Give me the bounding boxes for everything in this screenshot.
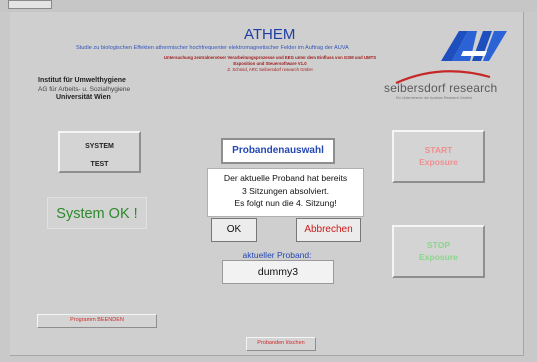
study-subtitle-1: Untersuchung zentralnervöser Verarbeitun… bbox=[163, 55, 377, 60]
stop-label: STOP bbox=[427, 240, 450, 250]
app-title: ATHEM bbox=[244, 26, 296, 43]
auva-logo-icon bbox=[441, 31, 507, 61]
study-description: Studie zu biologischen Effekten athermis… bbox=[76, 45, 349, 51]
study-subtitle-2: Exposition und Steuersoftware V1.0 bbox=[233, 61, 307, 66]
dialog-message-3: Es folgt nun die 4. Sitzung! bbox=[234, 198, 337, 208]
seibersdorf-tagline: Ein Unternehmen der Austrian Research Ce… bbox=[396, 96, 473, 100]
stop-exposure-button[interactable]: STOP Exposure bbox=[392, 225, 485, 278]
toolbar-icons[interactable] bbox=[8, 0, 52, 9]
study-subtitle-3: Z. Schmid, ARC Seibersdorf research GmbH bbox=[227, 67, 313, 72]
institute-university: Universität Wien bbox=[56, 94, 111, 101]
current-proband-label: aktueller Proband: bbox=[242, 250, 312, 260]
dialog-cancel-button[interactable]: Abbrechen bbox=[296, 218, 361, 242]
seibersdorf-logo-text: seibersdorf research bbox=[384, 81, 498, 95]
institute-department: AG für Arbeits- u. Sozialhygiene bbox=[38, 86, 131, 93]
delete-proband-button[interactable]: Probanden löschen bbox=[246, 337, 316, 351]
system-status-indicator: System OK ! bbox=[47, 197, 147, 229]
system-test-label-2: TEST bbox=[90, 161, 109, 168]
start-sublabel: Exposure bbox=[419, 157, 458, 167]
current-proband-field: dummy3 bbox=[222, 260, 334, 284]
start-label: START bbox=[424, 145, 453, 155]
dialog-message-1: Der aktuelle Proband hat bereits bbox=[223, 173, 348, 183]
institute-name: Institut für Umwelthygiene bbox=[38, 77, 126, 84]
dialog-message-2: 3 Sitzungen absolviert. bbox=[242, 185, 329, 196]
system-test-button[interactable]: SYSTEM TEST bbox=[58, 131, 141, 173]
system-test-label-1: SYSTEM bbox=[85, 143, 114, 150]
proband-select-button[interactable]: Probandenauswahl bbox=[221, 138, 335, 164]
window-top-strip bbox=[0, 0, 537, 12]
stop-sublabel: Exposure bbox=[419, 252, 458, 262]
quit-program-button[interactable]: Programm BEENDEN bbox=[37, 314, 157, 328]
session-info-dialog: Der aktuelle Proband hat bereits 3 Sitzu… bbox=[207, 168, 364, 217]
start-exposure-button[interactable]: START Exposure bbox=[392, 130, 485, 183]
dialog-ok-button[interactable]: OK bbox=[211, 218, 257, 242]
